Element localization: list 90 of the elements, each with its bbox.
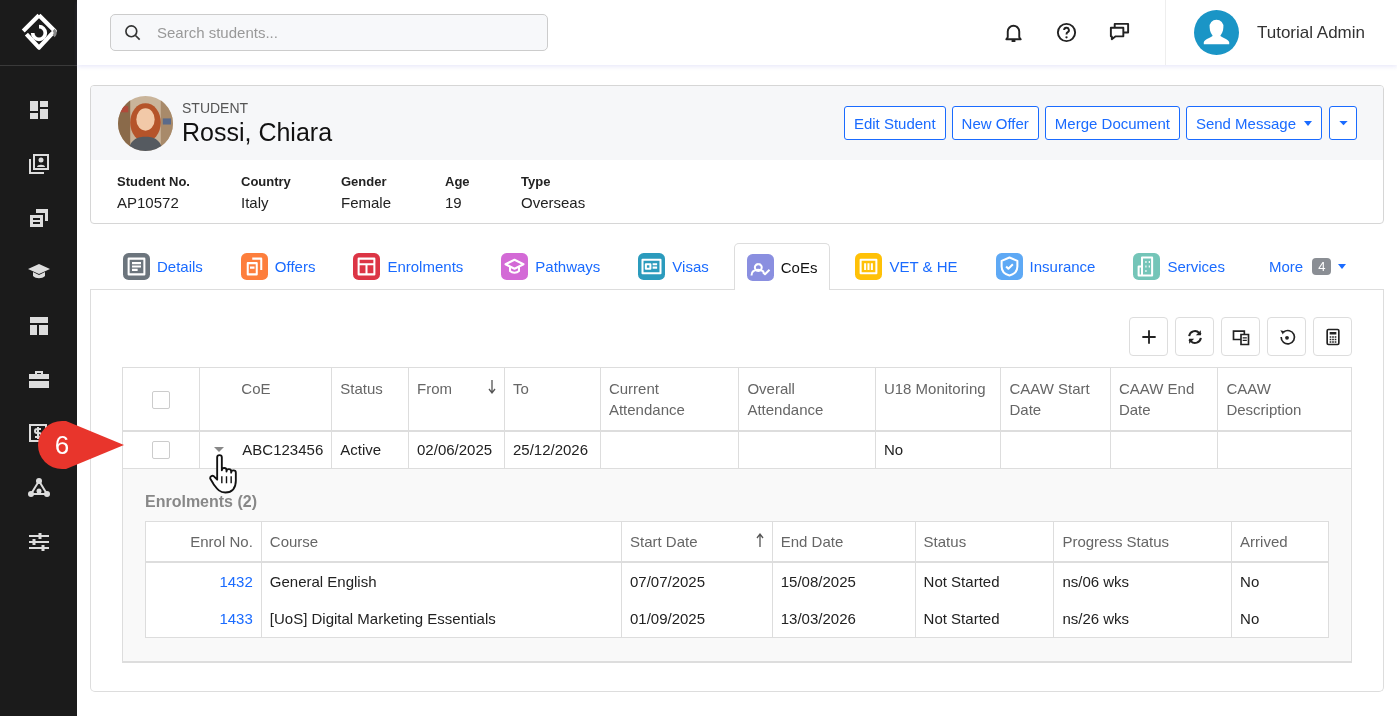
tab[interactable]: Pathways [488,243,614,289]
table-cell: 07/07/2025 [629,572,706,590]
sliders-icon[interactable] [26,530,51,554]
column-header[interactable]: Status [915,521,1054,562]
field-value: 19 [445,194,463,211]
tab[interactable]: Details [110,243,216,289]
table-cell: 02/06/2025 [417,441,493,459]
row-checkbox[interactable] [152,441,171,460]
calculator-button[interactable] [1313,317,1352,356]
tab[interactable]: Offers [227,243,329,289]
table-cell: 15/08/2025 [780,572,856,590]
field-value: Overseas [521,194,586,211]
column-header[interactable]: U18 Monitoring [875,367,1001,431]
table-cell: No [1240,609,1260,627]
tab-icon [1133,253,1161,280]
column-header[interactable]: Status [331,367,409,431]
field-value: AP10572 [117,194,180,211]
tab-icon [501,253,529,280]
caret-icon [1338,120,1348,126]
tab[interactable]: VET & HE [842,243,971,289]
select-all-checkbox[interactable] [152,390,171,409]
tab[interactable]: Enrolments [340,243,477,289]
table-cell: No [883,441,904,459]
table-cell: Not Started [923,572,1000,590]
enrolment-link[interactable]: 1432 [219,572,253,590]
table-cell: Not Started [923,609,1000,627]
table-cell: Active [340,441,382,459]
caret-icon [1338,264,1347,269]
tab-icon [240,253,268,280]
table-cell: 01/09/2025 [629,609,706,627]
tab[interactable]: Services [1120,243,1238,289]
action-button[interactable]: Send Message [1185,106,1322,140]
enrolments-title: Enrolments (2) [145,492,258,511]
tab-icon [638,253,666,280]
field-label: Gender [341,174,388,189]
step-callout: 6 [38,421,124,469]
field-value: Female [341,194,393,211]
table-cell: General English [269,572,377,590]
reset-button[interactable] [1267,317,1306,356]
column-header[interactable]: Arrived [1231,521,1329,562]
more-tab[interactable]: More 4 [1255,243,1360,289]
column-header[interactable]: To [504,367,601,431]
column-header[interactable]: CAAW Description [1217,367,1352,431]
contacts-icon[interactable] [26,152,51,176]
table-cell: ABC123456 [242,441,324,459]
field-label: Country [241,174,292,189]
field-label: Student No. [117,174,191,189]
tab[interactable]: Insurance [982,243,1109,289]
student-label: STUDENT [182,99,250,116]
field-label: Type [521,174,552,189]
search-icon [123,22,143,43]
column-header[interactable]: End Date [772,521,916,562]
table-cell: No [1240,572,1260,590]
column-header[interactable]: Progress Status [1053,521,1232,562]
tab-icon [746,253,774,281]
user-name[interactable]: Tutorial Admin [1256,22,1365,43]
table-cell: 13/03/2026 [780,609,856,627]
column-header[interactable]: Overall Attendance [738,367,876,431]
column-header[interactable]: Start Date [621,521,773,562]
column-header[interactable]: Course [261,521,622,562]
tab[interactable]: CoEs [733,243,831,290]
field-value: Italy [241,194,270,211]
network-icon[interactable] [26,476,51,500]
student-name: Rossi, Chiara [182,117,333,147]
tab-icon [855,253,883,280]
column-header[interactable]: CAAW Start Date [1001,367,1111,431]
tab-icon [995,253,1023,280]
table-cell: [UoS] Digital Marketing Essentials [269,609,496,627]
column-header[interactable]: Current Attendance [600,367,739,431]
column-header[interactable]: CoE [199,367,332,431]
action-button[interactable]: Merge Document [1044,106,1180,140]
table-cell: ns/26 wks [1062,609,1130,627]
refresh-button[interactable] [1175,317,1214,356]
action-button[interactable]: Edit Student [843,106,946,140]
column-header[interactable]: CAAW End Date [1110,367,1218,431]
tab-icon [123,253,150,280]
columns-button[interactable] [1221,317,1260,356]
tab[interactable]: Visas [625,243,722,289]
enrolment-link[interactable]: 1433 [219,609,253,627]
table-cell: 25/12/2026 [513,441,589,459]
field-label: Age [445,174,471,189]
help-icon[interactable] [1054,21,1078,44]
tab-icon [353,253,381,280]
user-avatar-icon[interactable] [1193,10,1239,55]
dropdown-button[interactable] [1329,106,1357,140]
table-cell: ns/06 wks [1062,572,1130,590]
add-button[interactable] [1129,317,1168,356]
column-header[interactable]: Enrol No. [145,521,262,562]
column-header[interactable]: From [408,367,505,431]
action-button[interactable]: New Offer [951,106,1039,140]
